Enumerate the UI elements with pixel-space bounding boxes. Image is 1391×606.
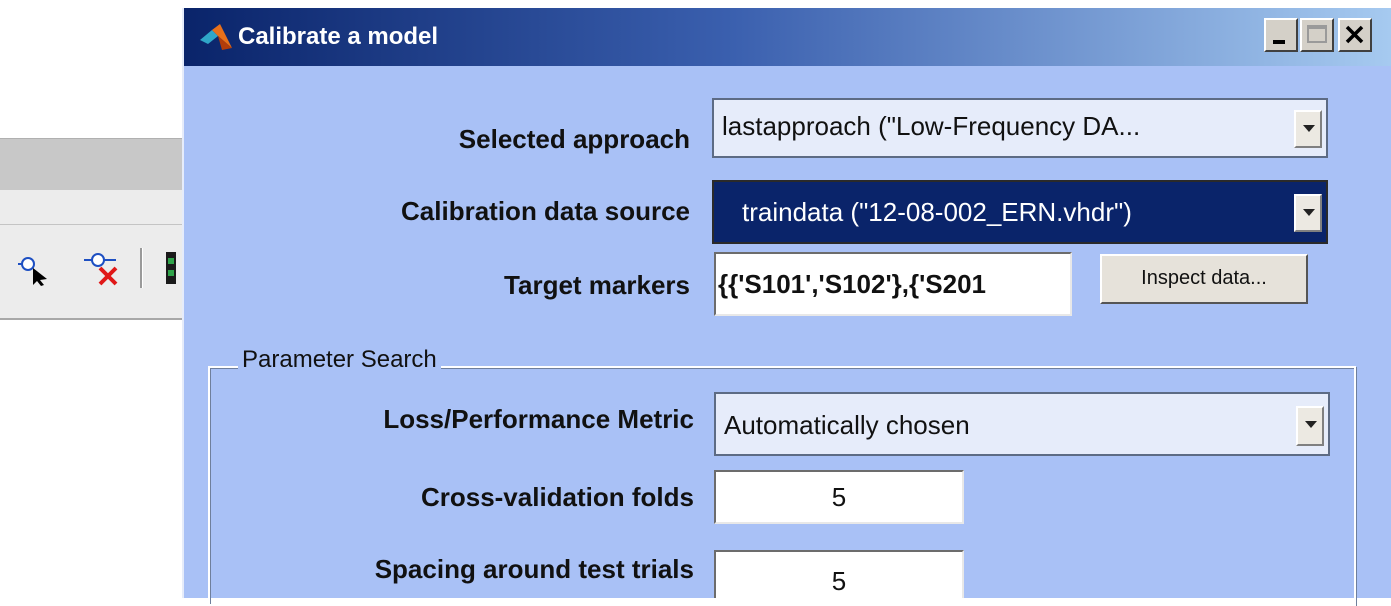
maximize-button[interactable]: [1300, 18, 1334, 52]
background-window: [0, 0, 182, 598]
maximize-icon: [1307, 25, 1327, 43]
target-markers-label: Target markers: [504, 270, 690, 300]
inspect-data-button[interactable]: Inspect data...: [1100, 254, 1308, 304]
background-divider: [0, 318, 182, 320]
cv-folds-label: Cross-validation folds: [420, 482, 694, 512]
chevron-down-icon[interactable]: [1294, 110, 1322, 148]
remove-marker-icon[interactable]: [82, 248, 122, 288]
minimize-icon: [1273, 40, 1285, 44]
target-markers-field[interactable]: {{'S101','S102'},{'S201: [714, 252, 1072, 316]
selected-approach-label: Selected approach: [458, 124, 690, 154]
calibration-source-label: Calibration data source: [401, 196, 690, 226]
chevron-down-icon[interactable]: [1296, 406, 1324, 446]
dialog-title: Calibrate a model: [238, 23, 439, 50]
background-titlebar: [0, 138, 182, 191]
matlab-logo-icon: [200, 24, 232, 50]
selected-approach-dropdown[interactable]: lastapproach ("Low-Frequency DA...: [712, 98, 1328, 158]
calibration-source-value: traindata ("12-08-002_ERN.vhdr"): [742, 197, 1132, 227]
toolbar-divider: [140, 248, 143, 288]
background-toolbar: [0, 190, 182, 318]
toolbar-grip-icon: [166, 252, 176, 284]
loss-metric-value: Automatically chosen: [724, 410, 970, 440]
close-button[interactable]: [1338, 18, 1372, 52]
spacing-value: 5: [831, 566, 847, 596]
close-icon: [1345, 25, 1364, 44]
loss-metric-label: Loss/Performance Metric: [383, 404, 694, 434]
cv-folds-value: 5: [831, 482, 847, 512]
selected-approach-value: lastapproach ("Low-Frequency DA...: [722, 111, 1141, 141]
spacing-field[interactable]: 5: [714, 550, 964, 598]
cv-folds-field[interactable]: 5: [714, 470, 964, 524]
calibration-source-dropdown[interactable]: traindata ("12-08-002_ERN.vhdr"): [712, 180, 1328, 244]
dialog-titlebar[interactable]: Calibrate a model: [184, 8, 1391, 66]
parameter-search-title: Parameter Search: [238, 346, 441, 374]
spacing-label: Spacing around test trials: [374, 554, 694, 584]
zoom-arrow-icon[interactable]: [16, 250, 52, 286]
target-markers-value: {{'S101','S102'},{'S201: [718, 269, 986, 299]
minimize-button[interactable]: [1264, 18, 1298, 52]
chevron-down-icon[interactable]: [1294, 194, 1322, 232]
toolbar-separator: [0, 224, 182, 225]
loss-metric-dropdown[interactable]: Automatically chosen: [714, 392, 1330, 456]
